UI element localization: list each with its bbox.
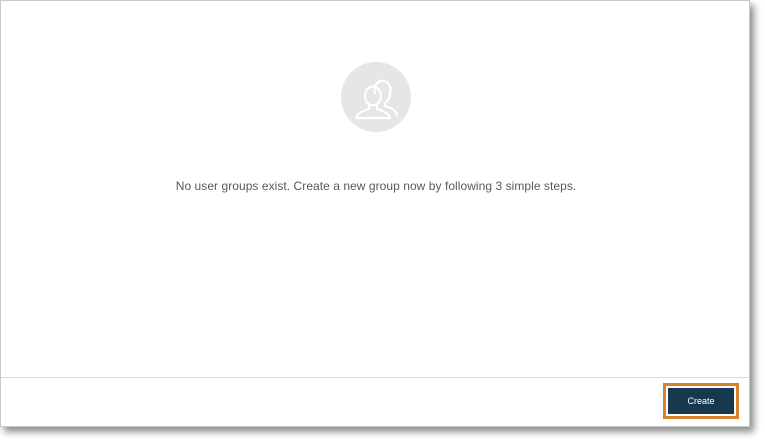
empty-state: No user groups exist. Create a new group… bbox=[1, 1, 749, 377]
user-groups-panel: No user groups exist. Create a new group… bbox=[0, 0, 750, 427]
empty-state-message: No user groups exist. Create a new group… bbox=[175, 179, 577, 193]
panel-footer bbox=[1, 377, 749, 427]
user-group-icon-graphic bbox=[354, 79, 399, 120]
create-button-highlight: Create bbox=[663, 383, 739, 419]
create-button[interactable]: Create bbox=[668, 388, 734, 414]
user-group-icon bbox=[341, 62, 411, 132]
